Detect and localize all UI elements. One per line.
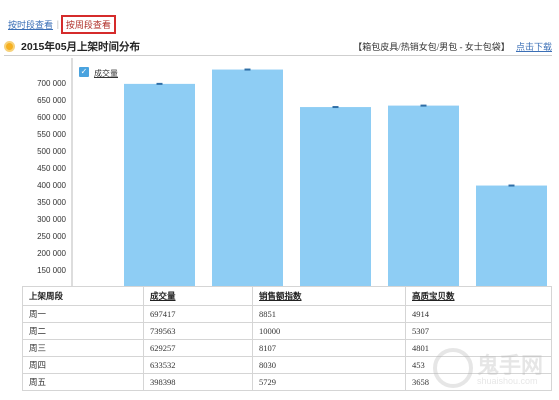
y-tick-label: 200 000	[37, 249, 66, 258]
bar-marker	[244, 68, 251, 71]
y-tick-label: 250 000	[37, 232, 66, 241]
bar[interactable]	[212, 69, 283, 286]
row-cell-volume: 629257	[143, 339, 253, 357]
row-cell-period: 周一	[22, 305, 144, 323]
section-header: 2015年05月上架时间分布 【箱包皮具/热销女包/男包 - 女士包袋】 点击下…	[4, 38, 552, 54]
row-cell-sales-index: 5729	[252, 373, 406, 391]
watermark: 鬼手网 shuaishou.com	[433, 346, 553, 396]
bar-marker	[508, 184, 515, 187]
row-cell-quality-items: 4914	[405, 305, 552, 323]
checkmark-icon[interactable]: ✓	[79, 67, 89, 77]
row-cell-period: 周三	[22, 339, 144, 357]
bar[interactable]	[388, 105, 459, 286]
row-cell-sales-index: 8107	[252, 339, 406, 357]
view-tabs: 按时段查看 | 按周段查看	[6, 14, 116, 34]
y-tick-label: 150 000	[37, 266, 66, 275]
row-cell-sales-index: 8851	[252, 305, 406, 323]
y-tick-label: 700 000	[37, 79, 66, 88]
tab-by-time[interactable]: 按时段查看	[6, 17, 55, 32]
tab-separator: |	[57, 19, 59, 29]
y-tick-label: 600 000	[37, 113, 66, 122]
sort-quality-items-link[interactable]: 高质宝贝数	[412, 291, 455, 301]
legend-label[interactable]: 成交量	[94, 68, 118, 79]
header-divider	[4, 55, 552, 56]
table-row: 周二 739563 10000 5307	[22, 322, 552, 340]
bar-marker	[156, 82, 163, 85]
row-cell-quality-items: 5307	[405, 322, 552, 340]
tab-by-week[interactable]: 按周段查看	[60, 14, 116, 34]
y-tick-label: 650 000	[37, 96, 66, 105]
bar-marker	[332, 106, 339, 109]
row-cell-sales-index: 8030	[252, 356, 406, 374]
y-tick-label: 450 000	[37, 164, 66, 173]
y-tick-label: 300 000	[37, 215, 66, 224]
row-cell-volume: 739563	[143, 322, 253, 340]
column-header-volume[interactable]: 成交量	[143, 286, 253, 306]
y-tick-label: 350 000	[37, 198, 66, 207]
row-cell-period: 周五	[22, 373, 144, 391]
chart-title: 2015年05月上架时间分布	[21, 40, 141, 53]
download-link[interactable]: 点击下载	[516, 42, 552, 52]
bar[interactable]	[124, 83, 195, 286]
bar[interactable]	[300, 107, 371, 287]
watermark-subtext: shuaishou.com	[477, 376, 538, 386]
row-cell-volume: 398398	[143, 373, 253, 391]
row-cell-volume: 633532	[143, 356, 253, 374]
column-header-sales-index[interactable]: 销售额指数	[252, 286, 406, 306]
column-header-quality-items[interactable]: 高质宝贝数	[405, 286, 552, 306]
y-tick-label: 400 000	[37, 181, 66, 190]
table-row: 周一 697417 8851 4914	[22, 305, 552, 323]
column-header-period: 上架周段	[22, 286, 144, 306]
y-tick-label: 500 000	[37, 147, 66, 156]
row-cell-period: 周二	[22, 322, 144, 340]
circle-bullet-icon	[4, 40, 15, 52]
sort-sales-index-link[interactable]: 销售额指数	[259, 291, 302, 301]
row-cell-period: 周四	[22, 356, 144, 374]
circle-logo-icon	[433, 348, 473, 388]
category-path: 【箱包皮具/热销女包/男包 - 女士包袋】 点击下载	[353, 40, 552, 53]
bar[interactable]	[476, 185, 547, 286]
row-cell-sales-index: 10000	[252, 322, 406, 340]
row-cell-volume: 697417	[143, 305, 253, 323]
sort-volume-link[interactable]: 成交量	[150, 291, 176, 301]
table-header-row: 上架周段 成交量 销售额指数 高质宝贝数	[22, 286, 552, 306]
category-label: 【箱包皮具/热销女包/男包 - 女士包袋】	[353, 41, 510, 52]
bar-marker	[420, 104, 427, 107]
y-tick-label: 550 000	[37, 130, 66, 139]
